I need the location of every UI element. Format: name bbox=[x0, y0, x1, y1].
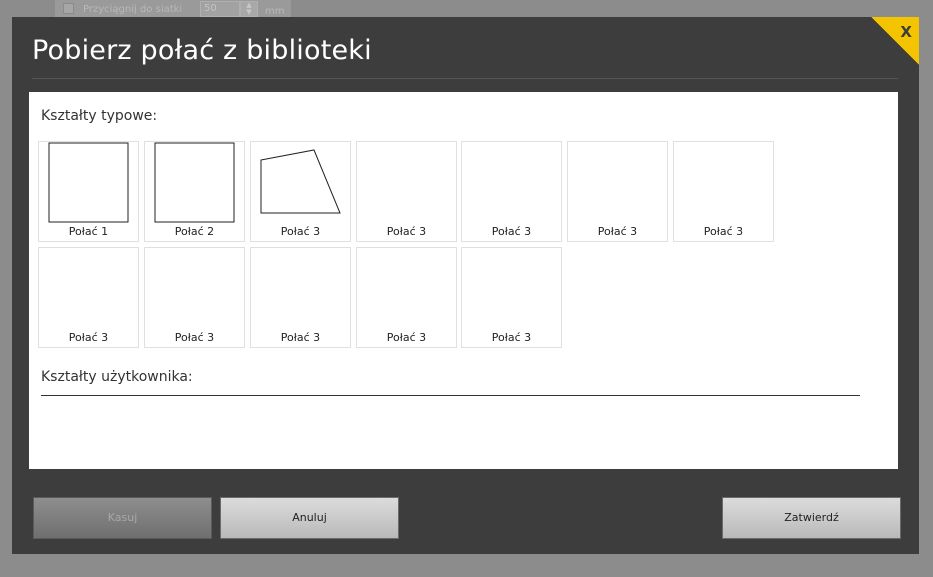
shape-tile[interactable]: Połać 3 bbox=[461, 247, 562, 348]
snap-label: Przyciągnij do siatki bbox=[83, 4, 183, 15]
shape-tile-label: Połać 3 bbox=[597, 225, 638, 238]
spin-arrows-icon: ▲ ▼ bbox=[240, 1, 258, 17]
shape-tile-label: Połać 3 bbox=[280, 331, 321, 344]
library-dialog: Pobierz połać z biblioteki X Kształty ty… bbox=[12, 17, 919, 554]
user-shapes-divider bbox=[41, 395, 860, 396]
shape-tile[interactable]: Połać 2 bbox=[144, 141, 245, 242]
shape-tile-label: Połać 3 bbox=[703, 225, 744, 238]
shape-tile[interactable]: Połać 3 bbox=[38, 247, 139, 348]
cancel-button[interactable]: Anuluj bbox=[220, 497, 399, 539]
shape-tile-label: Połać 3 bbox=[68, 331, 109, 344]
confirm-button[interactable]: Zatwierdź bbox=[722, 497, 901, 539]
shape-tile-label: Połać 2 bbox=[174, 225, 215, 238]
dialog-content: Kształty typowe: Połać 1 Połać 2 Połać 3… bbox=[29, 92, 898, 469]
shape-tile-label: Połać 3 bbox=[174, 331, 215, 344]
snap-value-input: 50 bbox=[200, 1, 240, 17]
snap-unit-label: mm bbox=[265, 6, 285, 17]
shape-tile-label: Połać 3 bbox=[491, 331, 532, 344]
shape-tile-label: Połać 3 bbox=[280, 225, 321, 238]
shape-tile-label: Połać 3 bbox=[491, 225, 532, 238]
background-toolbar: Przyciągnij do siatki 50 ▲ ▼ mm bbox=[55, 0, 291, 18]
user-shapes-heading: Kształty użytkownika: bbox=[41, 369, 193, 385]
title-divider bbox=[32, 78, 898, 79]
close-button[interactable]: X bbox=[871, 17, 919, 65]
shape-tile-label: Połać 1 bbox=[68, 225, 109, 238]
close-icon: X bbox=[900, 23, 912, 41]
dialog-title: Pobierz połać z biblioteki bbox=[32, 35, 372, 66]
shape-tile[interactable]: Połać 3 bbox=[356, 141, 457, 242]
shape-tile[interactable]: Połać 3 bbox=[250, 141, 351, 242]
shape-tile-label: Połać 3 bbox=[386, 331, 427, 344]
shape-tile[interactable]: Połać 3 bbox=[673, 141, 774, 242]
shape-tile[interactable]: Połać 1 bbox=[38, 141, 139, 242]
shape-tile[interactable]: Połać 3 bbox=[144, 247, 245, 348]
shape-tile[interactable]: Połać 3 bbox=[356, 247, 457, 348]
delete-button[interactable]: Kasuj bbox=[33, 497, 212, 539]
shape-tile-label: Połać 3 bbox=[386, 225, 427, 238]
snap-checkbox bbox=[63, 3, 74, 14]
shape-tile[interactable]: Połać 3 bbox=[250, 247, 351, 348]
typical-shapes-heading: Kształty typowe: bbox=[41, 108, 158, 124]
shape-tile[interactable]: Połać 3 bbox=[567, 141, 668, 242]
shape-tile[interactable]: Połać 3 bbox=[461, 141, 562, 242]
